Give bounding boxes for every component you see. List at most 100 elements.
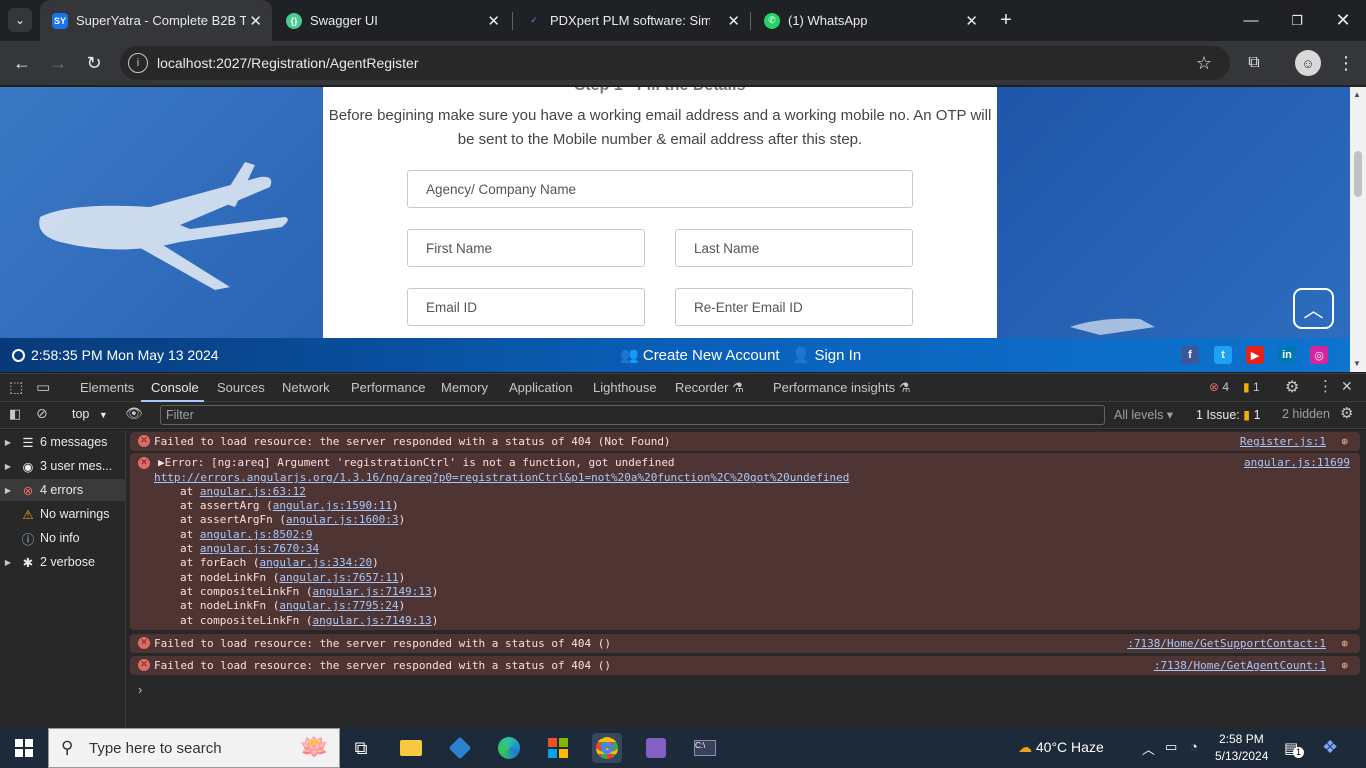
console-prompt-input[interactable]: ›: [138, 682, 142, 697]
taskbar-search-input[interactable]: ⚲ Type here to search 🪷: [48, 728, 340, 768]
tab-recorder[interactable]: Recorder ⚗: [675, 380, 744, 396]
tab-performance[interactable]: Performance: [351, 380, 425, 395]
context-selector[interactable]: top ▼: [72, 407, 108, 421]
re-email-input[interactable]: Re-Enter Email ID: [675, 288, 913, 326]
linkedin-icon[interactable]: in: [1278, 346, 1296, 364]
facebook-icon[interactable]: f: [1181, 346, 1199, 364]
expand-arrow-icon[interactable]: ▶: [0, 486, 16, 495]
task-view-icon[interactable]: ⧉: [346, 733, 376, 763]
error-count-badge[interactable]: ⊗ 4: [1209, 380, 1229, 394]
tab-swagger[interactable]: {} Swagger UI ✕: [274, 0, 510, 41]
tab-lighthouse[interactable]: Lighthouse: [593, 380, 657, 395]
expand-arrow-icon[interactable]: ▶: [0, 462, 16, 471]
vscode-icon[interactable]: [445, 733, 475, 763]
console-filter-input[interactable]: Filter: [160, 405, 1105, 425]
tab-network[interactable]: Network: [282, 380, 330, 395]
company-name-input[interactable]: Agency/ Company Name: [407, 170, 913, 208]
sidebar-toggle-icon[interactable]: ◧: [9, 406, 21, 422]
inspect-element-icon[interactable]: ⬚: [9, 378, 23, 396]
tab-whatsapp[interactable]: ✆ (1) WhatsApp ✕: [752, 0, 988, 41]
restore-button[interactable]: ❐: [1274, 0, 1320, 41]
sidebar-item-user-messages[interactable]: ▶ ◉ 3 user mes...: [0, 455, 125, 477]
sidebar-item-messages[interactable]: ▶ ☰ 6 messages: [0, 431, 125, 453]
log-levels-dropdown[interactable]: All levels ▾: [1114, 407, 1173, 422]
forward-arrow-icon[interactable]: →: [46, 51, 70, 75]
tab-console[interactable]: Console: [151, 380, 199, 395]
tab-search-button[interactable]: ⌄: [8, 8, 32, 32]
tray-chevron-icon[interactable]: ︿: [1142, 739, 1155, 758]
last-name-input[interactable]: Last Name: [675, 229, 913, 267]
expand-arrow-icon[interactable]: ▶: [0, 438, 16, 447]
site-info-icon[interactable]: i: [128, 53, 148, 73]
tab-performance-insights[interactable]: Performance insights ⚗: [773, 380, 910, 396]
stack-frame-link[interactable]: angular.js:7657:11: [279, 571, 398, 584]
page-scrollbar[interactable]: ▲ ▼: [1350, 87, 1366, 372]
error-source-link[interactable]: :7138/Home/GetSupportContact:1: [1127, 637, 1326, 650]
store-icon[interactable]: [543, 733, 573, 763]
device-toggle-icon[interactable]: ▭: [36, 378, 50, 396]
error-source-link[interactable]: :7138/Home/GetAgentCount:1: [1154, 659, 1326, 672]
tab-pdxpert[interactable]: ✓ PDXpert PLM software: Simple & ✕: [514, 0, 750, 41]
profile-avatar[interactable]: ☺: [1295, 50, 1321, 76]
bookmark-star-icon[interactable]: ☆: [1192, 51, 1216, 75]
instagram-icon[interactable]: ◎: [1310, 346, 1328, 364]
minimize-button[interactable]: —: [1228, 0, 1274, 41]
devtools-menu-icon[interactable]: ⋮: [1318, 377, 1333, 395]
error-source-link[interactable]: Register.js:1: [1240, 435, 1326, 448]
tab-application[interactable]: Application: [509, 380, 573, 395]
sidebar-item-verbose[interactable]: ▶ ✱ 2 verbose: [0, 551, 125, 573]
devtools-settings-icon[interactable]: ⚙: [1285, 377, 1299, 397]
clock-date[interactable]: 5/13/2024: [1215, 749, 1268, 763]
extensions-icon[interactable]: ⧉: [1242, 51, 1266, 75]
reload-icon[interactable]: ↻: [82, 51, 106, 75]
youtube-icon[interactable]: ▶: [1246, 346, 1264, 364]
sidebar-item-errors[interactable]: ▶ ⊗ 4 errors: [0, 479, 125, 501]
first-name-input[interactable]: First Name: [407, 229, 645, 267]
eye-icon[interactable]: 👁: [125, 405, 143, 422]
copilot-icon[interactable]: ❖: [1322, 737, 1338, 758]
twitter-icon[interactable]: t: [1214, 346, 1232, 364]
error-source-link[interactable]: angular.js:11699: [1244, 456, 1350, 469]
chrome-icon[interactable]: [592, 733, 622, 763]
wifi-icon[interactable]: ◔: [1190, 739, 1198, 754]
stack-frame-link[interactable]: angular.js:7795:24: [279, 599, 398, 612]
sign-in-link[interactable]: 👤 Sign In: [792, 346, 862, 364]
error-doc-link[interactable]: http://errors.angularjs.org/1.3.16/ng/ar…: [154, 471, 849, 484]
tab-superyatra[interactable]: SY SuperYatra - Complete B2B Trav ✕: [40, 0, 272, 41]
stack-frame-link[interactable]: angular.js:334:20: [259, 556, 372, 569]
close-tab-icon[interactable]: ✕: [727, 12, 740, 30]
warning-count-badge[interactable]: ▮ 1: [1243, 380, 1260, 394]
address-bar[interactable]: i localhost:2027/Registration/AgentRegis…: [120, 46, 1230, 80]
error-text[interactable]: ▶Error: [ng:areq] Argument 'registration…: [158, 456, 675, 469]
battery-icon[interactable]: ▭: [1165, 739, 1177, 755]
scroll-up-arrow-icon[interactable]: ▲: [1353, 90, 1361, 99]
tab-sources[interactable]: Sources: [217, 380, 265, 395]
scroll-down-arrow-icon[interactable]: ▼: [1353, 359, 1361, 368]
weather-widget[interactable]: ☁ 40°C Haze: [1018, 739, 1104, 756]
visual-studio-icon[interactable]: [641, 733, 671, 763]
stack-frame-link[interactable]: angular.js:7149:13: [312, 614, 431, 627]
terminal-icon[interactable]: C:\: [690, 733, 720, 763]
stack-frame-link[interactable]: angular.js:1600:3: [286, 513, 399, 526]
expand-arrow-icon[interactable]: ▶: [0, 558, 16, 567]
issues-counter[interactable]: 1 Issue: ▮ 1: [1196, 407, 1261, 422]
stack-frame-link[interactable]: angular.js:1590:11: [273, 499, 392, 512]
new-tab-button[interactable]: +: [994, 8, 1018, 32]
stack-frame-link[interactable]: angular.js:7670:34: [200, 542, 319, 555]
clear-console-icon[interactable]: ⊘: [36, 405, 48, 422]
devtools-close-icon[interactable]: ✕: [1341, 378, 1353, 395]
back-arrow-icon[interactable]: ←: [10, 51, 34, 75]
clock-time[interactable]: 2:58 PM: [1219, 732, 1264, 746]
scroll-thumb[interactable]: [1354, 151, 1362, 197]
sidebar-item-warnings[interactable]: ⚠ No warnings: [0, 503, 125, 525]
close-tab-icon[interactable]: ✕: [965, 12, 978, 30]
close-tab-icon[interactable]: ✕: [487, 12, 500, 30]
stack-frame-link[interactable]: angular.js:8502:9: [200, 528, 313, 541]
tab-memory[interactable]: Memory: [441, 380, 488, 395]
create-account-link[interactable]: 👥 Create New Account: [620, 346, 780, 364]
console-settings-icon[interactable]: ⚙: [1340, 404, 1353, 422]
stack-frame-link[interactable]: angular.js:7149:13: [312, 585, 431, 598]
file-explorer-icon[interactable]: [396, 733, 426, 763]
stack-frame-link[interactable]: angular.js:63:12: [200, 485, 306, 498]
tab-elements[interactable]: Elements: [80, 380, 134, 395]
